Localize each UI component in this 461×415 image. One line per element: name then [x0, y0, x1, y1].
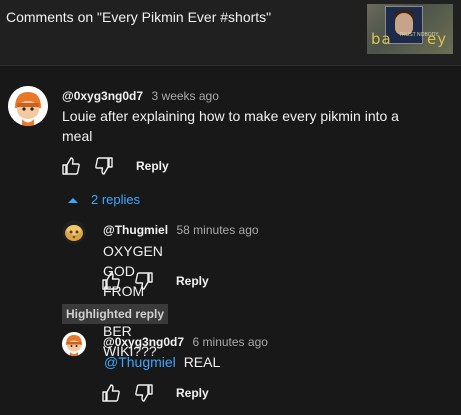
dislike-button[interactable] — [133, 271, 155, 291]
reply-author[interactable]: @Thugmiel — [103, 223, 168, 237]
comment-author[interactable]: @0xyg3ng0d7 — [62, 89, 143, 103]
dislike-button[interactable] — [133, 383, 155, 403]
thumbnail-small-text: TRUST NOBODY — [399, 32, 439, 38]
reply-author[interactable]: @0xyg3ng0d7 — [103, 335, 184, 349]
like-button[interactable] — [100, 383, 122, 403]
avatar[interactable] — [62, 220, 86, 244]
reply-text: @Thugmiel REAL — [104, 352, 220, 372]
replies-toggle-label: 2 replies — [91, 192, 141, 207]
like-button[interactable] — [100, 271, 122, 291]
mention-link[interactable]: @Thugmiel — [104, 354, 176, 370]
thumbs-up-icon — [62, 157, 80, 175]
video-thumbnail[interactable]: ba ey TRUST NOBODY — [367, 4, 453, 54]
avatar[interactable] — [62, 332, 86, 356]
avatar-image — [62, 332, 86, 356]
caret-up-icon — [68, 197, 78, 203]
reply-text-body: REAL — [183, 354, 221, 370]
comment-actions: Reply — [60, 156, 169, 176]
avatar-image — [62, 220, 86, 244]
comment-timestamp[interactable]: 3 weeks ago — [152, 89, 219, 103]
reply-button[interactable]: Reply — [176, 386, 209, 400]
thumbnail-text-left: ba — [371, 30, 392, 48]
avatar-image — [8, 86, 48, 126]
header-title: Comments on "Every Pikmin Ever #shorts" — [6, 9, 272, 25]
reply-timestamp[interactable]: 6 minutes ago — [193, 335, 268, 349]
reply-button[interactable]: Reply — [176, 274, 209, 288]
dislike-button[interactable] — [93, 156, 115, 176]
thumbs-down-icon — [135, 272, 153, 290]
comment-text: Louie after explaining how to make every… — [62, 106, 452, 146]
reply-actions: Reply — [100, 383, 209, 403]
like-button[interactable] — [60, 156, 82, 176]
reply-actions: Reply — [100, 271, 209, 291]
avatar[interactable] — [8, 86, 48, 126]
thumbs-down-icon — [135, 384, 153, 402]
reply-button[interactable]: Reply — [136, 159, 169, 173]
comment-text-line1: Louie after explaining how to make every… — [62, 108, 399, 124]
comments-header: Comments on "Every Pikmin Ever #shorts" … — [0, 0, 461, 66]
reply-timestamp[interactable]: 58 minutes ago — [177, 223, 259, 237]
replies-toggle[interactable]: 2 replies — [67, 192, 140, 207]
comment-text-line2: meal — [62, 128, 93, 144]
highlighted-reply-badge: Highlighted reply — [62, 304, 169, 324]
thumbs-down-icon — [95, 157, 113, 175]
thumbs-up-icon — [102, 272, 120, 290]
thumbs-up-icon — [102, 384, 120, 402]
